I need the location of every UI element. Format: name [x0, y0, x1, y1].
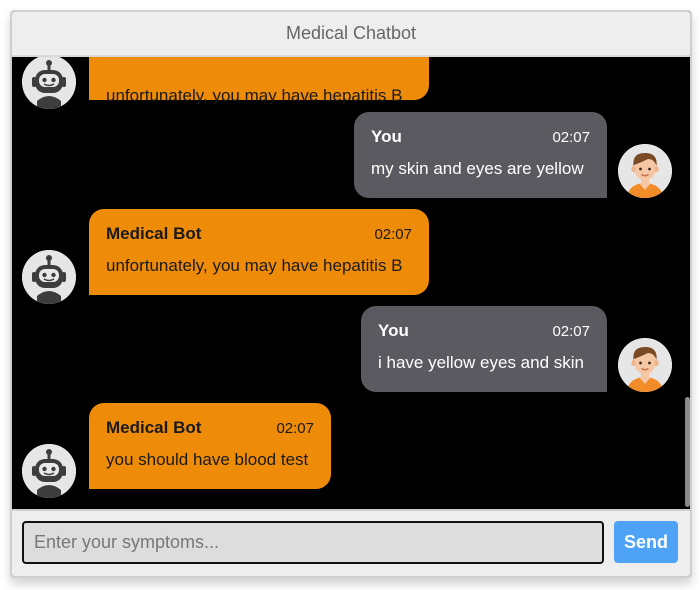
message-text: you should have blood test — [106, 450, 309, 469]
sender-name: You — [371, 127, 402, 146]
message-time: 02:07 — [552, 129, 590, 146]
message-header: Medical Bot 02:07 — [106, 224, 412, 246]
message-time: 02:07 — [276, 420, 314, 437]
message-time: 02:07 — [374, 226, 412, 243]
sender-name: You — [378, 321, 409, 340]
user-message: You 02:07 i have yellow eyes and skin — [361, 306, 607, 392]
message-list[interactable]: unfortunately, you may have hepatitis B … — [12, 57, 690, 509]
message-time: 02:07 — [552, 323, 590, 340]
bot-avatar-icon — [22, 250, 76, 304]
chat-window: Medical Chatbot unfortunately, you may h… — [10, 10, 692, 578]
sender-name: Medical Bot — [106, 418, 202, 437]
message-header — [106, 57, 412, 76]
sender-name: Medical Bot — [106, 224, 202, 243]
bot-message: unfortunately, you may have hepatitis B — [89, 57, 429, 105]
app-title: Medical Chatbot — [285, 23, 417, 43]
message-header: You 02:07 — [378, 321, 590, 343]
user-avatar-icon — [618, 144, 672, 198]
chat-scrollbar[interactable] — [685, 397, 690, 507]
message-text: unfortunately, you may have hepatitis B — [106, 86, 403, 105]
composer-bar: Send — [12, 509, 690, 576]
bot-message: Medical Bot 02:07 you should have blood … — [89, 403, 331, 489]
send-button[interactable]: Send — [614, 521, 678, 563]
bot-message: Medical Bot 02:07 unfortunately, you may… — [89, 209, 429, 295]
bot-avatar-icon — [22, 444, 76, 498]
message-text: i have yellow eyes and skin — [378, 353, 585, 372]
user-avatar-icon — [618, 338, 672, 392]
bot-avatar-icon — [22, 57, 76, 109]
user-message: You 02:07 my skin and eyes are yellow — [354, 112, 607, 198]
message-header: You 02:07 — [371, 127, 590, 149]
chat-header: Medical Chatbot — [12, 12, 690, 57]
message-header: Medical Bot 02:07 — [106, 418, 314, 440]
symptoms-input[interactable] — [22, 521, 604, 564]
message-text: my skin and eyes are yellow — [371, 159, 584, 178]
message-text: unfortunately, you may have hepatitis B — [106, 256, 403, 275]
